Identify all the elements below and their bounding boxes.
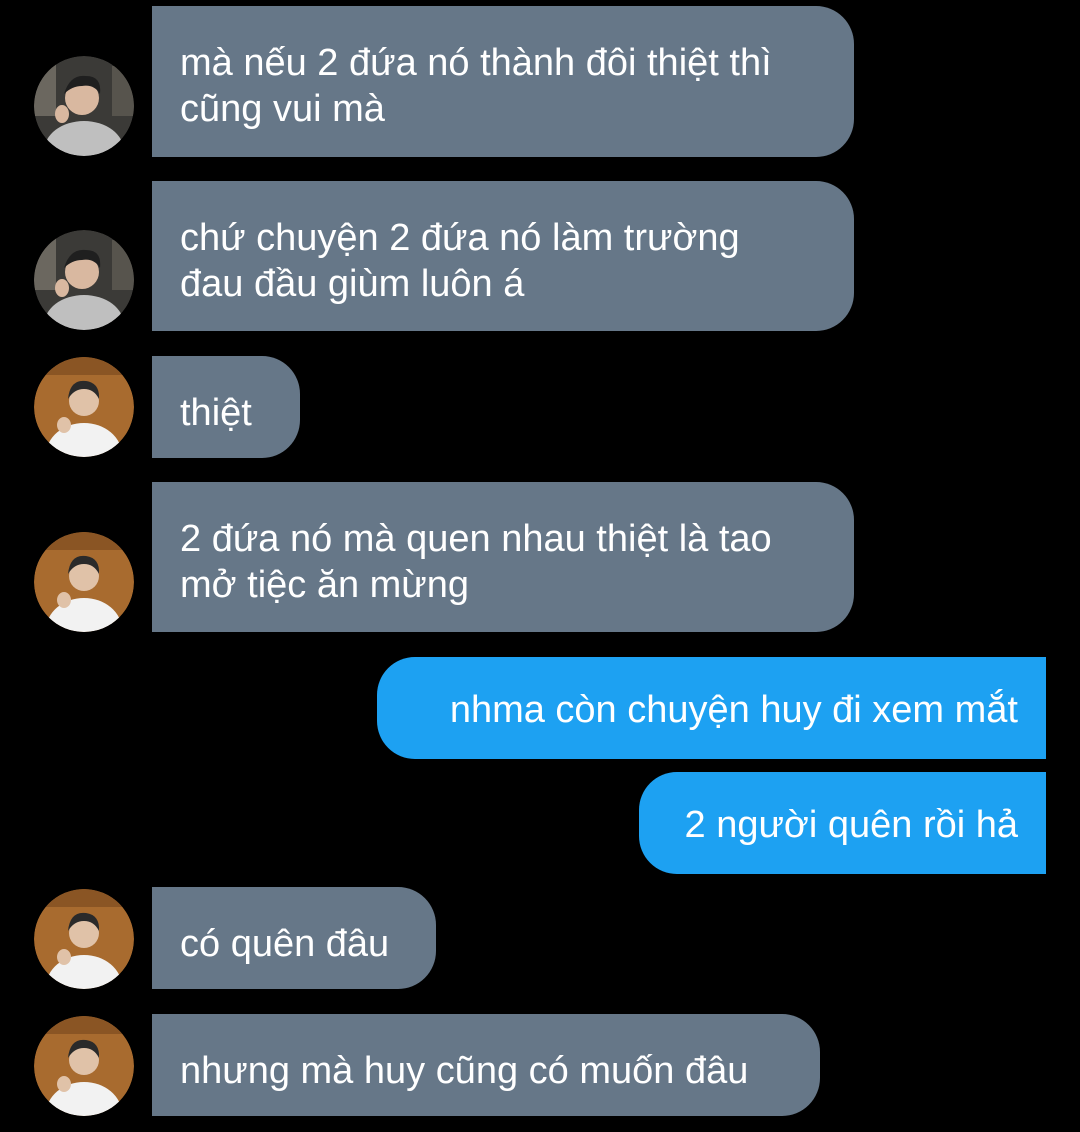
message-bubble-incoming[interactable]: 2 đứa nó mà quen nhau thiệt là tao mở ti… — [152, 482, 854, 632]
friend-b-avatar[interactable] — [34, 889, 134, 989]
person-avatar-icon — [34, 56, 134, 156]
message-bubble-incoming[interactable]: nhưng mà huy cũng có muốn đâu — [152, 1014, 820, 1116]
person-avatar-icon — [34, 230, 134, 330]
friend-b-avatar[interactable] — [34, 532, 134, 632]
chat-thread: mà nếu 2 đứa nó thành đôi thiệt thì cũng… — [0, 0, 1080, 1132]
message-bubble-incoming[interactable]: có quên đâu — [152, 887, 436, 989]
person-avatar-icon — [34, 532, 134, 632]
person-avatar-icon — [34, 357, 134, 457]
message-bubble-incoming[interactable]: thiệt — [152, 356, 300, 458]
message-bubble-incoming[interactable]: mà nếu 2 đứa nó thành đôi thiệt thì cũng… — [152, 6, 854, 157]
person-avatar-icon — [34, 889, 134, 989]
message-bubble-incoming[interactable]: chứ chuyện 2 đứa nó làm trường đau đầu g… — [152, 181, 854, 331]
message-bubble-outgoing[interactable]: nhma còn chuyện huy đi xem mắt — [377, 657, 1046, 759]
friend-a-avatar[interactable] — [34, 56, 134, 156]
friend-b-avatar[interactable] — [34, 1016, 134, 1116]
friend-a-avatar[interactable] — [34, 230, 134, 330]
person-avatar-icon — [34, 1016, 134, 1116]
friend-b-avatar[interactable] — [34, 357, 134, 457]
message-bubble-outgoing[interactable]: 2 người quên rồi hả — [639, 772, 1046, 874]
